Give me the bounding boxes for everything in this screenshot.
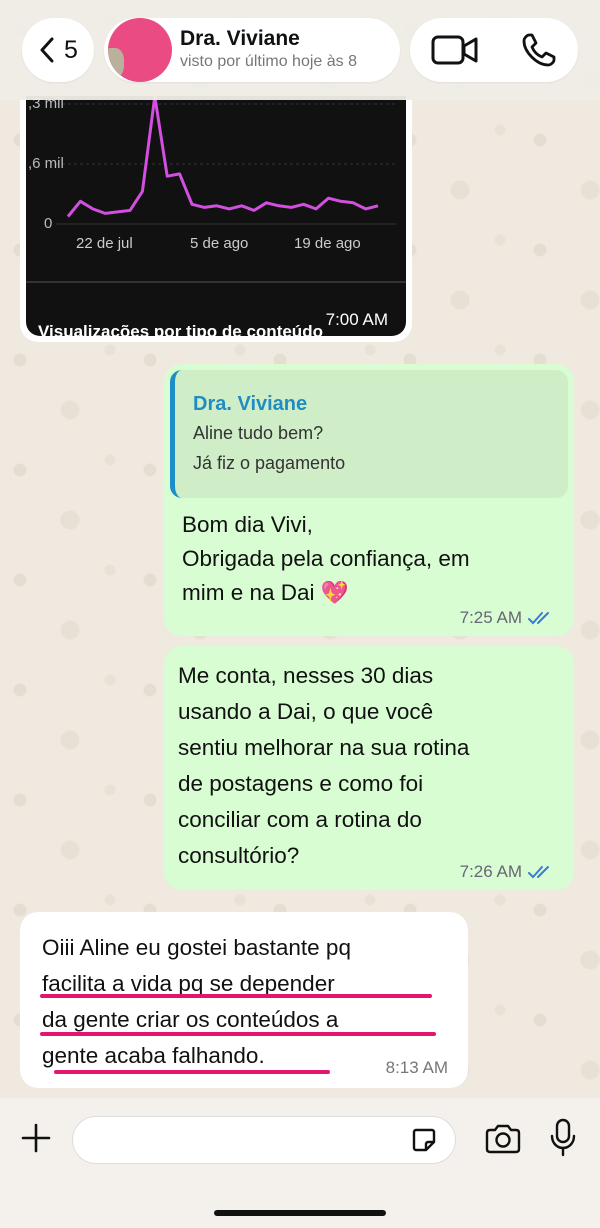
incoming-message[interactable]: Oiii Aline eu gostei bastante pq facilit… xyxy=(20,912,468,1088)
chevron-left-icon xyxy=(40,37,54,63)
video-call-icon[interactable] xyxy=(431,34,479,66)
quoted-text-line: Já fiz o pagamento xyxy=(193,453,346,473)
message-time: 8:13 AM xyxy=(385,1058,448,1077)
chat-header: 5 Dra. Viviane visto por último hoje às … xyxy=(0,0,600,100)
chart-series-line xyxy=(66,96,379,218)
message-time: 7:26 AM xyxy=(459,862,522,881)
x-tick-label: 5 de ago xyxy=(190,235,248,252)
home-indicator xyxy=(214,1210,386,1216)
message-line: Me conta, nesses 30 dias xyxy=(178,663,434,688)
contact-info-button[interactable]: Dra. Viviane visto por último hoje às 8 xyxy=(104,18,400,82)
cut-off-caption: Visualizações por tipo de conteúdo xyxy=(38,322,323,336)
highlight-underline xyxy=(40,994,432,998)
message-line: Oiii Aline eu gostei bastante pq xyxy=(42,935,351,960)
outgoing-message[interactable]: Me conta, nesses 30 dias usando a Dai, o… xyxy=(164,646,574,890)
sticker-icon[interactable] xyxy=(410,1126,438,1154)
avatar[interactable] xyxy=(108,18,172,82)
quoted-sender: Dra. Viviane xyxy=(193,393,308,415)
message-composer xyxy=(0,1098,600,1228)
message-line: sentiu melhorar na sua rotina xyxy=(178,735,470,760)
message-meta: 7:26 AM xyxy=(460,862,554,882)
plus-icon[interactable] xyxy=(20,1122,52,1154)
image-message-bubble[interactable]: ,3 mil ,6 mil 0 22 de jul 5 de ago 19 de… xyxy=(20,96,412,342)
read-receipt-icon xyxy=(528,866,549,879)
y-tick-zero: 0 xyxy=(44,215,52,232)
message-line: Bom dia Vivi, xyxy=(182,512,313,537)
call-actions xyxy=(410,18,578,82)
read-receipt-icon xyxy=(528,612,549,625)
message-meta: 7:25 AM xyxy=(460,608,554,628)
camera-icon[interactable] xyxy=(484,1124,522,1154)
unread-count: 5 xyxy=(64,35,78,64)
message-time: 7:25 AM xyxy=(459,608,522,627)
highlight-underline xyxy=(40,1032,436,1036)
message-text: Oiii Aline eu gostei bastante pq facilit… xyxy=(42,930,452,1074)
views-line-chart: ,3 mil ,6 mil 0 22 de jul 5 de ago 19 de… xyxy=(26,96,406,283)
back-button[interactable]: 5 xyxy=(22,18,94,82)
x-tick-label: 22 de jul xyxy=(76,235,133,252)
phone-call-icon[interactable] xyxy=(521,32,557,68)
microphone-icon[interactable] xyxy=(548,1118,578,1158)
message-input[interactable] xyxy=(72,1116,456,1164)
last-seen-status: visto por último hoje às 8 xyxy=(180,53,357,70)
message-line: Obrigada pela confiança, em xyxy=(182,546,470,571)
analytics-screenshot[interactable]: ,3 mil ,6 mil 0 22 de jul 5 de ago 19 de… xyxy=(26,96,406,336)
outgoing-message[interactable]: Dra. Viviane Aline tudo bem? Já fiz o pa… xyxy=(164,364,574,636)
x-tick-label: 19 de ago xyxy=(294,235,361,252)
y-tick-mid: ,6 mil xyxy=(28,155,64,172)
message-text: Bom dia Vivi, Obrigada pela confiança, e… xyxy=(182,508,562,610)
highlight-underline xyxy=(54,1070,330,1074)
message-line: mim e na Dai 💖 xyxy=(182,580,349,605)
message-line: usando a Dai, o que você xyxy=(178,699,434,724)
quoted-text-line: Aline tudo bem? xyxy=(193,423,324,443)
quoted-message[interactable]: Dra. Viviane Aline tudo bem? Já fiz o pa… xyxy=(170,370,568,498)
message-text: Me conta, nesses 30 dias usando a Dai, o… xyxy=(178,658,558,874)
message-time: 7:00 AM xyxy=(325,310,388,329)
message-line: conciliar com a rotina do xyxy=(178,807,422,832)
contact-name: Dra. Viviane xyxy=(180,27,300,50)
message-line: de postagens e como foi xyxy=(178,771,424,796)
